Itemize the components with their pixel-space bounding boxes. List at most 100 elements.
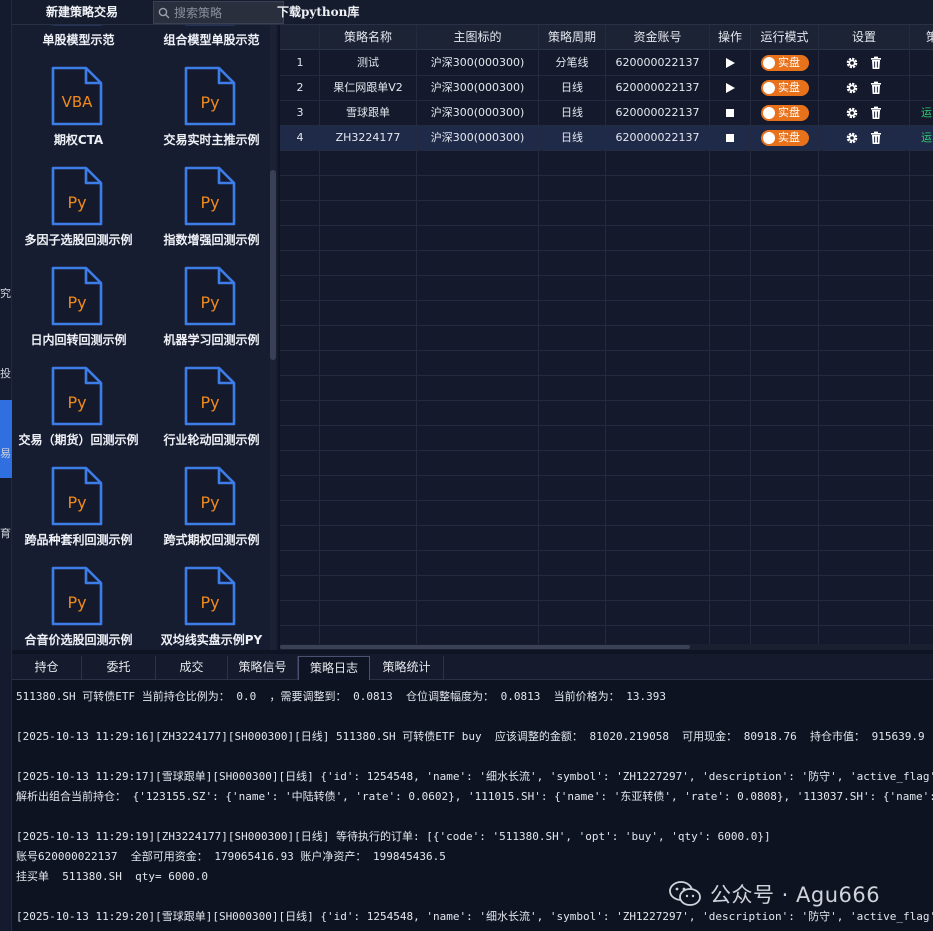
strategy-template-card[interactable]: VBA 期权CTA [12,65,145,165]
file-type-label: Py [200,93,220,112]
strategy-template-card[interactable]: Py 交易（期货）回测示例 [12,365,145,465]
run-mode-toggle[interactable]: 实盘 [761,130,809,146]
grid-line-horizontal [280,500,933,501]
strategy-template-label: 期权CTA [53,133,104,147]
table-row[interactable]: 3 雪球跟单 沪深300(000300) 日线 620000022137 实盘 运 [280,100,933,125]
table-row[interactable]: 4 ZH3224177 沪深300(000300) 日线 620000022137 实盘 运 [280,125,933,150]
trash-icon[interactable] [869,106,883,120]
tab-signals[interactable]: 策略信号 [228,656,298,680]
run-mode-toggle[interactable]: 实盘 [761,105,809,121]
column-header-settings[interactable]: 设置 [819,25,909,50]
strategy-template-card[interactable]: Py 指数增强回测示例 [145,165,278,265]
stop-icon[interactable] [723,131,737,145]
main-target: 沪深300(000300) [430,106,525,119]
column-header-period[interactable]: 策略周期 [539,25,605,50]
table-row[interactable]: 2 果仁网跟单V2 沪深300(000300) 日线 620000022137 实盘 [280,75,933,100]
log-line: 解析出组合当前持仓： {'123155.SZ': {'name': '中陆转债'… [16,790,933,803]
strategy-template-label: 交易（期货）回测示例 [18,433,139,447]
grid-line-horizontal [280,225,933,226]
strategy-template-card[interactable]: Py 交易实时主推示例 [145,65,278,165]
gear-icon[interactable] [845,106,859,120]
app-window: 究 投 易 育 新建策略交易 下载python库 单股模型示范 组合模型单股示范 V… [0,0,933,931]
log-line: [2025-10-13 11:29:17][雪球跟单][SH000300][日线… [16,770,933,783]
grid-line-vertical [709,25,710,650]
top-bar: 新建策略交易 下载python库 [12,0,933,25]
strategy-template-card[interactable]: Py 合音价选股回测示例 [12,565,145,650]
grid-line-horizontal [280,300,933,301]
gear-icon[interactable] [845,81,859,95]
strategy-template-card[interactable]: Py 行业轮动回测示例 [145,365,278,465]
file-type-label: Py [200,293,220,312]
grid-line-vertical [605,25,606,650]
toggle-knob [763,82,775,94]
side-nav-item-research[interactable]: 究 [0,288,12,300]
grid-line-horizontal [280,375,933,376]
download-python-lib-link[interactable]: 下载python库 [277,0,359,25]
search-icon [158,7,170,18]
strategy-template-label: 跨式期权回测示例 [163,533,260,547]
main-target: 沪深300(000300) [430,81,525,94]
run-mode-label: 实盘 [778,106,800,119]
strategy-template-card[interactable]: Py 机器学习回测示例 [145,265,278,365]
strategy-template-label: 机器学习回测示例 [163,333,260,347]
trash-icon[interactable] [869,56,883,70]
log-line: 511380.SH 可转债ETF 当前持仓比例为： 0.0 ，需要调整到： 0.… [16,690,667,703]
tab-orders[interactable]: 委托 [82,656,156,680]
strategy-name: 果仁网跟单V2 [333,81,403,94]
play-icon[interactable] [723,81,737,95]
side-nav-item-backtest[interactable]: 投 [0,368,12,380]
table-horizontal-scroll-thumb[interactable] [280,645,690,649]
strategy-template-label: 行业轮动回测示例 [163,433,260,447]
column-header-target[interactable]: 主图标的 [417,25,538,50]
strategy-template-label: 多因子选股回测示例 [24,233,133,247]
stop-icon[interactable] [723,106,737,120]
grid-line-horizontal [280,525,933,526]
strategy-template-card[interactable]: Py 跨式期权回测示例 [145,465,278,565]
column-header-status[interactable]: 策 [910,25,933,50]
strategy-template-card[interactable]: Py 多因子选股回测示例 [12,165,145,265]
new-strategy-button[interactable]: 新建策略交易 [12,0,152,25]
grid-line-horizontal [280,175,933,176]
watermark-text: 公众号 · Agu666 [710,883,881,907]
run-mode-toggle[interactable]: 实盘 [761,55,809,71]
side-nav-item-trade[interactable]: 易 [0,448,12,460]
gear-icon[interactable] [845,56,859,70]
tab-trades[interactable]: 成交 [156,656,228,680]
strategy-template-card[interactable]: 单股模型示范 [12,25,145,65]
trash-icon[interactable] [869,131,883,145]
strategy-template-label: 单股模型示范 [42,33,115,47]
column-header-account[interactable]: 资金账号 [606,25,709,50]
grid-line-horizontal [280,200,933,201]
tab-stats[interactable]: 策略统计 [370,656,444,680]
grid-line-vertical [818,25,819,650]
file-type-label: Py [67,593,87,612]
grid-line-vertical [909,25,910,650]
run-mode-toggle[interactable]: 实盘 [761,80,809,96]
row-number: 3 [296,106,304,119]
run-mode-label: 实盘 [778,81,800,94]
play-icon[interactable] [723,56,737,70]
file-type-label: Py [67,493,87,512]
table-row[interactable]: 1 测试 沪深300(000300) 分笔线 620000022137 实盘 [280,50,933,75]
side-nav-item-education[interactable]: 育 [0,528,12,540]
strategy-template-card[interactable]: Py 跨品种套利回测示例 [12,465,145,565]
column-header-name[interactable]: 策略名称 [320,25,416,50]
tab-log[interactable]: 策略日志 [298,656,370,680]
tab-positions[interactable]: 持仓 [12,656,82,680]
gear-icon[interactable] [845,131,859,145]
strategy-template-card[interactable]: 组合模型单股示范 [145,25,278,65]
run-status-text: 运 [921,131,932,144]
grid-line-horizontal [280,625,933,626]
column-header-run-mode[interactable]: 运行模式 [751,25,818,50]
row-number: 1 [296,56,304,69]
search-input[interactable] [174,5,278,20]
strategy-template-card[interactable]: Py 日内回转回测示例 [12,265,145,365]
grid-line-vertical [319,25,320,650]
column-header-operation[interactable]: 操作 [710,25,750,50]
strategy-template-card[interactable]: Py 双均线实盘示例PY [145,565,278,650]
grid-line-horizontal [280,425,933,426]
gallery-scroll-thumb[interactable] [270,170,276,360]
python-file-icon [52,25,102,26]
trash-icon[interactable] [869,81,883,95]
wechat-icon [669,881,701,906]
